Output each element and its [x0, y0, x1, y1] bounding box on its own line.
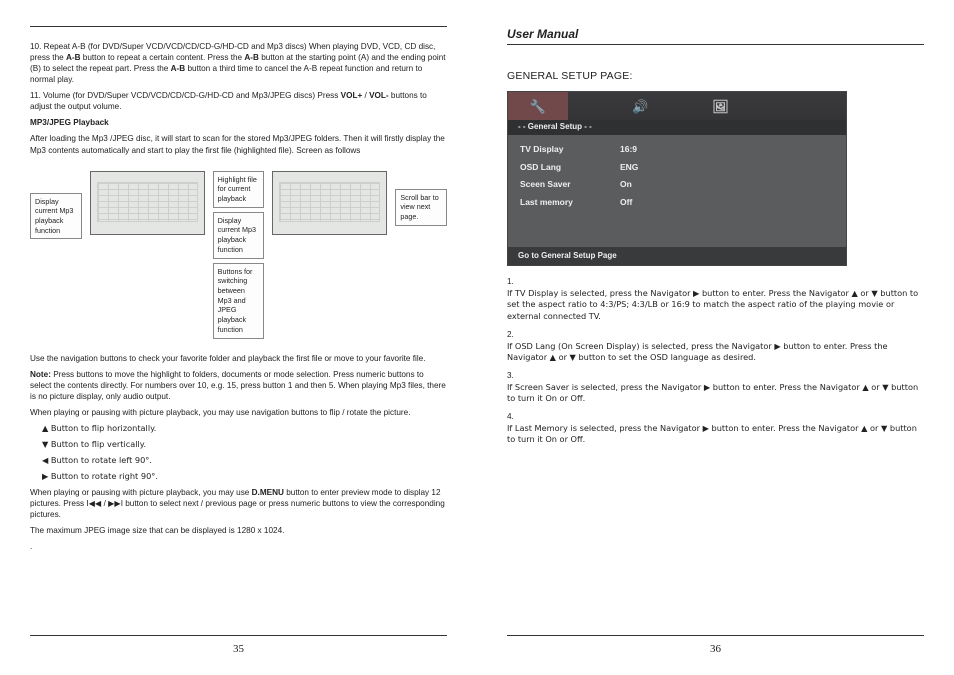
- note-body: Press buttons to move the highlight to f…: [30, 370, 446, 401]
- preview-paragraph: When playing or pausing with picture pla…: [30, 487, 447, 520]
- setup-instructions-list: 1. If TV Display is selected, press the …: [507, 276, 924, 452]
- audio-icon: 🔊: [632, 98, 648, 116]
- stray-dot: .: [30, 541, 447, 552]
- playback-screenshot-2: [272, 171, 387, 235]
- max-jpeg: The maximum JPEG image size that can be …: [30, 525, 447, 536]
- setup-val: On: [620, 179, 632, 190]
- item-text: If TV Display is selected, press the Nav…: [507, 288, 918, 320]
- dmenu-label: D.MENU: [252, 488, 284, 497]
- ab-bold-3: A-B: [171, 64, 186, 73]
- volume-paragraph: 11. Volume (for DVD/Super VCD/VCD/CD/CD-…: [30, 90, 447, 112]
- callout-display-func: Display current Mp3 playback function: [30, 193, 82, 240]
- setup-key: TV Display: [520, 144, 620, 155]
- tab-general-icon: 🔧: [508, 92, 568, 120]
- setup-val: ENG: [620, 162, 638, 173]
- setup-row-tv: TV Display 16:9: [520, 141, 834, 158]
- wrench-icon: 🔧: [530, 98, 546, 116]
- list-item: 3. If Screen Saver is selected, press th…: [507, 370, 924, 404]
- page-number: 36: [507, 636, 924, 657]
- nav-check: Use the navigation buttons to check your…: [30, 353, 447, 364]
- setup-breadcrumb: - - General Setup - -: [508, 120, 846, 135]
- list-item: 2. If OSD Lang (On Screen Display) is se…: [507, 329, 924, 363]
- page-number: 35: [30, 636, 447, 657]
- setup-val: 16:9: [620, 144, 637, 155]
- section-title: GENERAL SETUP PAGE:: [507, 69, 924, 83]
- callout-col-1: Display current Mp3 playback function: [30, 171, 82, 240]
- playback-screenshot-1: [90, 171, 205, 235]
- general-setup-screenshot: 🔧 🔊 🖼 - - General Setup - - TV Display 1…: [507, 91, 847, 266]
- vol-plus: VOL+: [341, 91, 363, 100]
- item-11-for: (for DVD/Super VCD/VCD/CD/CD-G/HD-CD and…: [73, 91, 341, 100]
- video-icon: 🖼: [712, 98, 729, 116]
- setup-footer: Go to General Setup Page: [508, 247, 846, 265]
- item-number: 2.: [507, 329, 924, 340]
- list-item: 1. If TV Display is selected, press the …: [507, 276, 924, 321]
- mp3-intro: After loading the Mp3 /JPEG disc, it wil…: [30, 133, 447, 155]
- item-10-label: 10. Repeat A-B: [30, 42, 88, 51]
- preview-1: When playing or pausing with picture pla…: [30, 488, 252, 497]
- screenshot-col-1: [90, 171, 205, 235]
- list-item: 4. If Last Memory is selected, press the…: [507, 411, 924, 445]
- page-36: User Manual GENERAL SETUP PAGE: 🔧 🔊 🖼 - …: [477, 0, 954, 675]
- setup-row-saver: Sceen Saver On: [520, 176, 834, 193]
- item-10-mid: button to repeat a certain content. Pres…: [81, 53, 245, 62]
- pic-nav-intro: When playing or pausing with picture pla…: [30, 407, 447, 418]
- ab-bold-2: A-B: [244, 53, 259, 62]
- callout-display-mp3: Display current Mp3 playback function: [213, 212, 265, 259]
- btn-up: ▲ Button to flip horizontally.: [30, 423, 447, 434]
- item-text: If Screen Saver is selected, press the N…: [507, 382, 918, 403]
- manual-header: User Manual: [507, 26, 924, 42]
- btn-down: ▼ Button to flip vertically.: [30, 439, 447, 450]
- setup-key: OSD Lang: [520, 162, 620, 173]
- item-number: 4.: [507, 411, 924, 422]
- setup-key: Sceen Saver: [520, 179, 620, 190]
- screenshot-col-2: [272, 171, 387, 235]
- vol-minus: VOL-: [369, 91, 389, 100]
- callout-col-3: Scroll bar to view next page.: [395, 171, 447, 226]
- item-text: If OSD Lang (On Screen Display) is selec…: [507, 341, 888, 362]
- top-rule: [507, 44, 924, 45]
- btn-left: ◀ Button to rotate left 90°.: [30, 455, 447, 466]
- item-number: 1.: [507, 276, 924, 287]
- callout-highlight: Highlight file for current playback: [213, 171, 265, 208]
- callout-col-2: Highlight file for current playback Disp…: [213, 171, 265, 339]
- callout-scroll: Scroll bar to view next page.: [395, 189, 447, 226]
- callout-switch: Buttons for switching between Mp3 and JP…: [213, 263, 265, 339]
- setup-row-lastmem: Last memory Off: [520, 194, 834, 211]
- ab-bold-1: A-B: [66, 53, 81, 62]
- top-rule: [30, 26, 447, 27]
- btn-right: ▶ Button to rotate right 90°.: [30, 471, 447, 482]
- page-35: 10. Repeat A-B (for DVD/Super VCD/VCD/CD…: [0, 0, 477, 675]
- playback-diagram: Display current Mp3 playback function Hi…: [30, 171, 447, 339]
- setup-key: Last memory: [520, 197, 620, 208]
- setup-tabbar: 🔧 🔊 🖼: [508, 92, 846, 120]
- item-number: 3.: [507, 370, 924, 381]
- setup-row-osd: OSD Lang ENG: [520, 159, 834, 176]
- note-label: Note:: [30, 370, 51, 379]
- item-11-label: 11. Volume: [30, 91, 73, 100]
- repeat-ab-paragraph: 10. Repeat A-B (for DVD/Super VCD/VCD/CD…: [30, 41, 447, 85]
- note-paragraph: Note: Press buttons to move the highligh…: [30, 369, 447, 402]
- setup-body: TV Display 16:9 OSD Lang ENG Sceen Saver…: [508, 135, 846, 247]
- setup-val: Off: [620, 197, 632, 208]
- item-text: If Last Memory is selected, press the Na…: [507, 423, 917, 444]
- mp3-heading: MP3/JPEG Playback: [30, 117, 447, 128]
